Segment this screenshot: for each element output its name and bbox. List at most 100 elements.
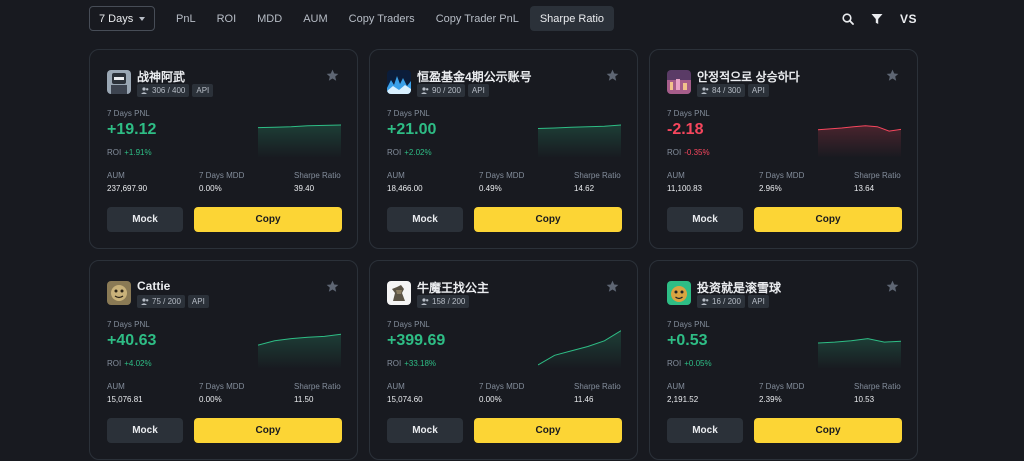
star-icon[interactable]	[886, 280, 899, 293]
users-icon	[141, 298, 149, 305]
mdd-value: 2.96%	[759, 184, 782, 193]
mock-button[interactable]: Mock	[387, 207, 463, 232]
period-dropdown[interactable]: 7 Days	[89, 6, 155, 31]
sharpe-value: 39.40	[294, 184, 315, 193]
toolbar-actions: VS	[842, 12, 917, 26]
trader-badges: 16 / 200 API	[697, 295, 769, 308]
sharpe-value: 11.50	[294, 395, 314, 404]
pnl-value: -2.18	[667, 121, 704, 138]
pnl-sparkline	[258, 333, 341, 369]
api-badge: API	[192, 84, 214, 97]
pnl-sparkline	[538, 330, 621, 369]
roi-row: ROI +1.91%	[107, 148, 152, 157]
avatar[interactable]	[667, 70, 691, 94]
mock-button[interactable]: Mock	[387, 418, 463, 443]
star-icon[interactable]	[606, 69, 619, 82]
period-value: 7 Days	[99, 12, 134, 25]
roi-row: ROI +4.02%	[107, 359, 152, 368]
roi-label: ROI	[667, 148, 682, 157]
pnl-label: 7 Days PNL	[387, 109, 430, 118]
sharpe-value: 10.53	[854, 395, 875, 404]
trader-card[interactable]: 恒盈基金4期公示账号 90 / 200 API 7 Days PNL +21.0…	[369, 49, 638, 249]
tab-aum[interactable]: AUM	[293, 6, 337, 31]
avatar[interactable]	[107, 70, 131, 94]
mdd-value: 0.49%	[479, 184, 502, 193]
sparkline-area	[258, 125, 341, 158]
trader-card[interactable]: 投资就是滚雪球 16 / 200 API 7 Days PNL +0.53 RO…	[649, 260, 918, 460]
trader-badges: 306 / 400 API	[137, 84, 214, 97]
mock-button[interactable]: Mock	[667, 207, 743, 232]
mock-button[interactable]: Mock	[667, 418, 743, 443]
tab-roi[interactable]: ROI	[207, 6, 247, 31]
pnl-value: +21.00	[387, 121, 437, 138]
search-icon[interactable]	[842, 12, 854, 25]
tab-mdd[interactable]: MDD	[247, 6, 292, 31]
avatar[interactable]	[387, 70, 411, 94]
sparkline-area	[538, 125, 621, 158]
trader-card[interactable]: 牛魔王找公主 158 / 200 7 Days PNL +399.69 ROI +…	[369, 260, 638, 460]
copy-button[interactable]: Copy	[754, 418, 902, 443]
copiers-count: 16 / 200	[712, 297, 741, 306]
mock-button[interactable]: Mock	[107, 418, 183, 443]
aum-label: AUM	[387, 382, 405, 391]
star-icon[interactable]	[326, 69, 339, 82]
tab-copy-traders[interactable]: Copy Traders	[339, 6, 425, 31]
copy-button[interactable]: Copy	[474, 418, 622, 443]
mdd-label: 7 Days MDD	[199, 382, 245, 391]
aum-label: AUM	[387, 171, 405, 180]
roi-value: +0.05%	[684, 359, 712, 368]
trader-name[interactable]: Cattie	[137, 279, 170, 293]
users-icon	[701, 87, 709, 94]
roi-row: ROI -0.35%	[667, 148, 710, 157]
trader-card[interactable]: 안정적으로 상승하다 84 / 300 API 7 Days PNL -2.18…	[649, 49, 918, 249]
api-badge: API	[747, 295, 769, 308]
sparkline-area	[258, 334, 341, 369]
copiers-badge: 16 / 200	[697, 295, 745, 308]
roi-label: ROI	[107, 148, 122, 157]
sharpe-label: Sharpe Ratio	[574, 171, 621, 180]
tab-copy-trader-pnl[interactable]: Copy Trader PnL	[426, 6, 529, 31]
trader-name[interactable]: 战神阿武	[137, 68, 185, 85]
trader-badges: 158 / 200	[417, 295, 470, 308]
users-icon	[421, 87, 429, 94]
aum-label: AUM	[667, 382, 685, 391]
mdd-value: 2.39%	[759, 395, 782, 404]
filter-icon[interactable]	[871, 13, 883, 25]
tab-pnl[interactable]: PnL	[166, 6, 206, 31]
copy-button[interactable]: Copy	[474, 207, 622, 232]
copy-button[interactable]: Copy	[194, 418, 342, 443]
roi-label: ROI	[387, 148, 402, 157]
aum-value: 2,191.52	[667, 395, 699, 404]
sharpe-label: Sharpe Ratio	[294, 382, 341, 391]
trader-card[interactable]: 战神阿武 306 / 400 API 7 Days PNL +19.12 ROI…	[89, 49, 358, 249]
star-icon[interactable]	[886, 69, 899, 82]
compare-vs-button[interactable]: VS	[900, 12, 917, 26]
trader-card[interactable]: Cattie 75 / 200 API 7 Days PNL +40.63 RO…	[89, 260, 358, 460]
avatar[interactable]	[667, 281, 691, 305]
mdd-label: 7 Days MDD	[479, 171, 525, 180]
mdd-label: 7 Days MDD	[759, 171, 805, 180]
aum-value: 15,074.60	[387, 395, 423, 404]
sharpe-label: Sharpe Ratio	[854, 171, 901, 180]
avatar[interactable]	[107, 281, 131, 305]
sparkline-area	[538, 330, 621, 369]
avatar[interactable]	[387, 281, 411, 305]
mdd-label: 7 Days MDD	[759, 382, 805, 391]
star-icon[interactable]	[606, 280, 619, 293]
roi-row: ROI +33.18%	[387, 359, 436, 368]
copiers-badge: 158 / 200	[417, 295, 470, 308]
trader-name[interactable]: 投资就是滚雪球	[697, 279, 781, 296]
tab-sharpe-ratio[interactable]: Sharpe Ratio	[529, 6, 615, 31]
pnl-value: +19.12	[107, 121, 157, 138]
trader-name[interactable]: 안정적으로 상승하다	[697, 68, 800, 85]
trader-badges: 75 / 200 API	[137, 295, 209, 308]
api-badge: API	[187, 295, 209, 308]
trader-name[interactable]: 牛魔王找公主	[417, 279, 489, 296]
trader-name[interactable]: 恒盈基金4期公示账号	[417, 68, 532, 85]
copy-button[interactable]: Copy	[754, 207, 902, 232]
star-icon[interactable]	[326, 280, 339, 293]
pnl-label: 7 Days PNL	[667, 320, 710, 329]
copy-button[interactable]: Copy	[194, 207, 342, 232]
aum-label: AUM	[107, 171, 125, 180]
mock-button[interactable]: Mock	[107, 207, 183, 232]
